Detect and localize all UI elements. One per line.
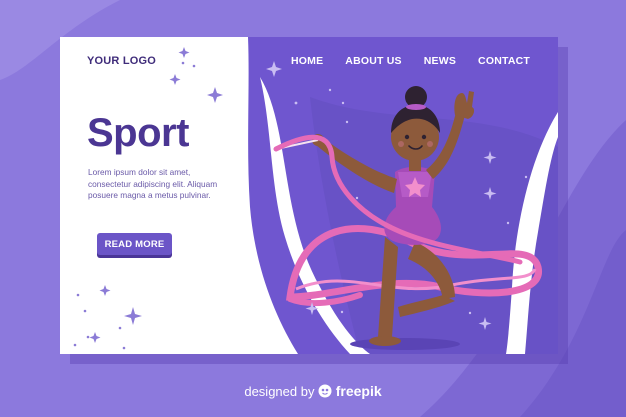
hero-title: Sport (87, 111, 189, 155)
nav-about-us[interactable]: ABOUT US (345, 55, 401, 67)
freepik-logo-icon (318, 384, 332, 398)
freepik-brand[interactable]: freepik (336, 383, 382, 399)
hero-description: Lorem ipsum dolor sit amet, consectetur … (88, 167, 218, 200)
nav-contact[interactable]: CONTACT (478, 55, 530, 67)
site-logo[interactable]: YOUR LOGO (87, 55, 156, 67)
nav-news[interactable]: NEWS (424, 55, 456, 67)
attribution-footer: designed by freepik (0, 383, 626, 399)
nav-home[interactable]: HOME (291, 55, 323, 67)
landing-card: YOUR LOGO HOME ABOUT US NEWS CONTACT Spo… (60, 37, 558, 354)
designed-by-label: designed by (244, 384, 315, 399)
main-nav: HOME ABOUT US NEWS CONTACT (291, 55, 530, 67)
read-more-button[interactable]: READ MORE (97, 233, 172, 255)
